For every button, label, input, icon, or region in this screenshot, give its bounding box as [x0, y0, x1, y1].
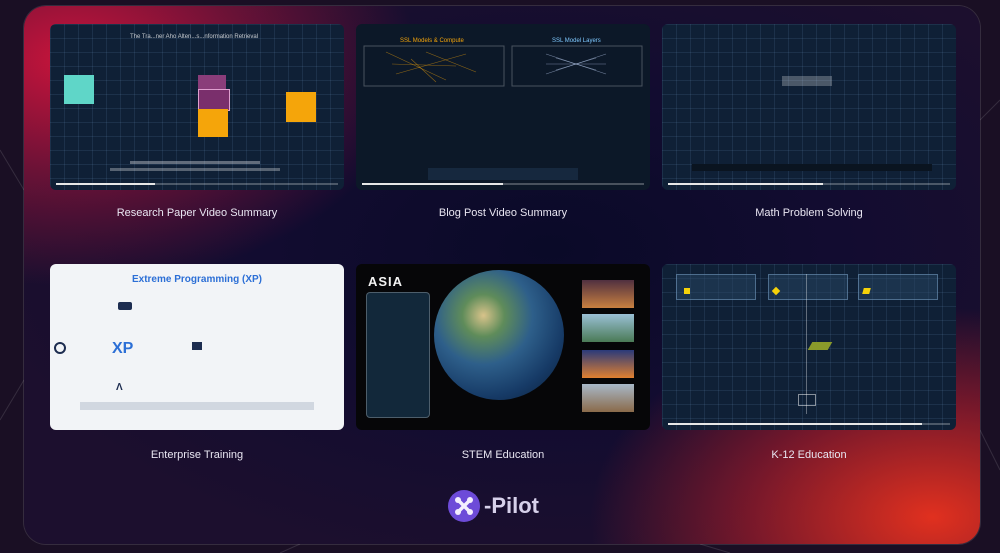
slide-footer [80, 402, 314, 410]
gold-node-center [198, 109, 228, 137]
purple-node-top [198, 75, 226, 89]
video-card-k12[interactable] [662, 264, 956, 430]
video-card-stem[interactable]: ASIA [356, 264, 650, 430]
vertical-axis [806, 274, 807, 414]
card-label-research: Research Paper Video Summary [116, 207, 278, 219]
brand-logo: -Pilot [448, 490, 539, 522]
video-card-enterprise[interactable]: Extreme Programming (XP) XP Λ [50, 264, 344, 430]
bottom-marker [798, 394, 816, 406]
card-label-stem: STEM Education [461, 449, 545, 461]
brand-name: -Pilot [484, 493, 539, 518]
parallelogram-shape [807, 342, 833, 350]
code-icon [192, 342, 202, 350]
card-label-math: Math Problem Solving [755, 207, 863, 219]
center-xp-text: XP [112, 340, 134, 357]
gold-node-right [286, 92, 316, 122]
purple-node-mid [198, 89, 230, 111]
box-right [858, 274, 938, 300]
box-center [768, 274, 848, 300]
info-panel [366, 292, 430, 418]
earth-globe [434, 270, 564, 400]
box-left [676, 274, 756, 300]
math-expression [782, 76, 832, 86]
graph-diagram [363, 45, 643, 180]
agile-icon: Λ [116, 382, 123, 393]
video-title: The Tra...ner Aho Alten...s...nformation… [130, 34, 259, 40]
video-caption [130, 161, 260, 164]
slide-title: Extreme Programming (XP) [131, 274, 263, 285]
landscape-thumbnail [582, 314, 634, 342]
video-progress-bar[interactable] [668, 183, 950, 185]
math-caption [692, 164, 932, 171]
yellow-square [684, 288, 690, 294]
card-label-k12: K-12 Education [771, 449, 847, 461]
video-progress-bar[interactable] [56, 183, 338, 185]
video-progress-bar[interactable] [668, 423, 950, 425]
card-label-enterprise: Enterprise Training [150, 449, 244, 461]
refresh-icon [54, 342, 66, 354]
team-icon [118, 302, 132, 310]
video-caption-line2 [110, 168, 280, 171]
city-thumbnail-2 [582, 350, 634, 378]
video-card-math[interactable] [662, 24, 956, 190]
city-thumbnail-1 [582, 280, 634, 308]
temple-thumbnail [582, 384, 634, 412]
x-pilot-logo-icon [448, 490, 480, 522]
video-progress-bar[interactable] [362, 183, 644, 185]
teal-node [64, 75, 94, 104]
video-card-blog-post[interactable]: SSL Models & Compute SSL Model Layers [356, 24, 650, 190]
showcase-panel: The Tra...ner Aho Alten...s...nformation… [24, 6, 980, 544]
card-label-blog: Blog Post Video Summary [438, 207, 568, 219]
video-card-research-paper[interactable]: The Tra...ner Aho Alten...s...nformation… [50, 24, 344, 190]
slide-heading: ASIA [368, 274, 404, 289]
